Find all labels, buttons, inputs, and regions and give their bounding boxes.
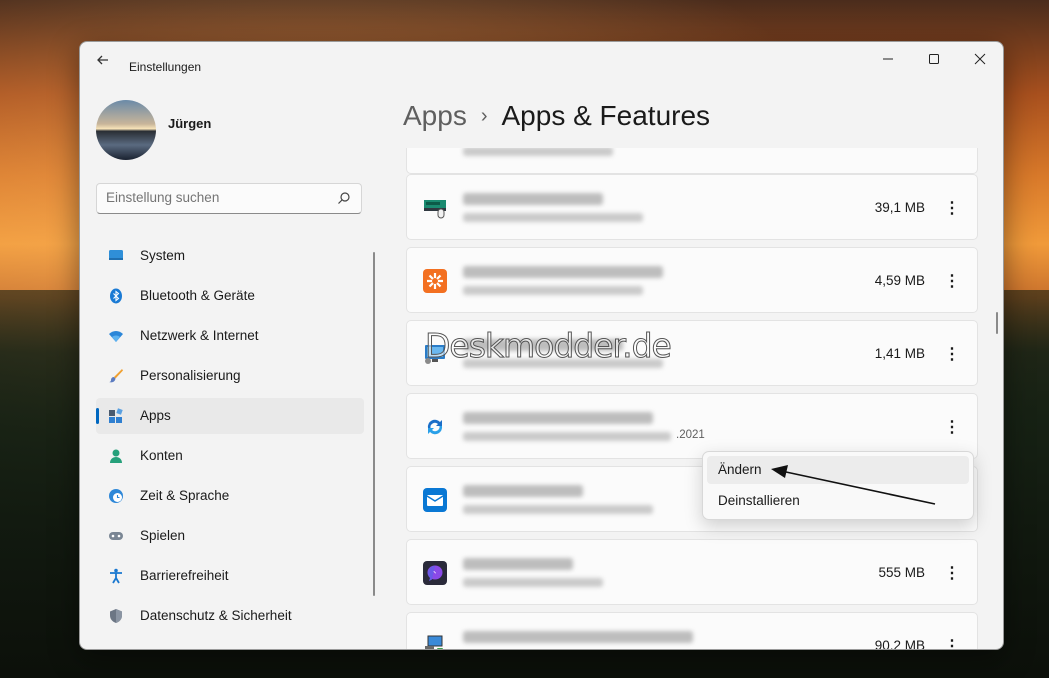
more-options-button[interactable]: ⋮ bbox=[943, 194, 961, 222]
list-item[interactable]: 555 MB ⋮ bbox=[406, 539, 978, 605]
list-item[interactable]: .2021 ⋮ bbox=[406, 393, 978, 459]
maximize-button[interactable] bbox=[911, 42, 957, 76]
title-bar: Einstellungen bbox=[80, 42, 1003, 78]
sidebar-item-label: Bluetooth & Geräte bbox=[140, 288, 255, 303]
sync-arrows-icon bbox=[427, 419, 443, 435]
clock-globe-icon bbox=[109, 489, 123, 503]
selection-indicator bbox=[96, 408, 99, 424]
installer-icon bbox=[425, 635, 443, 649]
orange-app-icon bbox=[423, 269, 447, 293]
app-size: 39,1 MB bbox=[874, 200, 925, 215]
network-card-icon bbox=[424, 200, 446, 219]
context-menu: Ändern Deinstallieren bbox=[702, 451, 974, 520]
brush-icon bbox=[109, 369, 123, 383]
more-options-button[interactable]: ⋮ bbox=[943, 413, 961, 441]
accessibility-icon bbox=[110, 568, 122, 584]
sidebar-item-label: Barrierefreiheit bbox=[140, 568, 229, 583]
list-item[interactable]: 90,2 MB ⋮ bbox=[406, 612, 978, 649]
list-item[interactable]: 4,59 MB ⋮ bbox=[406, 247, 978, 313]
sidebar-item-apps[interactable]: Apps bbox=[96, 398, 364, 434]
back-arrow-icon[interactable] bbox=[94, 52, 112, 70]
sidebar-item-personalization[interactable]: Personalisierung bbox=[96, 358, 364, 394]
list-item[interactable]: 39,1 MB ⋮ bbox=[406, 174, 978, 240]
main-scrollbar[interactable] bbox=[996, 312, 998, 334]
menu-item-uninstall[interactable]: Deinstallieren bbox=[707, 487, 969, 515]
sidebar-item-label: Datenschutz & Sicherheit bbox=[140, 608, 292, 623]
blurred-app-meta bbox=[463, 213, 643, 222]
sidebar-nav: System Bluetooth & Geräte Netzwerk & Int… bbox=[96, 238, 364, 638]
install-date: .2021 bbox=[676, 429, 705, 441]
app-size: 4,59 MB bbox=[874, 273, 925, 288]
blurred-app-meta bbox=[463, 578, 603, 587]
sidebar-item-label: Zeit & Sprache bbox=[140, 488, 230, 503]
sidebar-item-accessibility[interactable]: Barrierefreiheit bbox=[96, 558, 364, 594]
sidebar-item-label: Konten bbox=[140, 448, 183, 463]
chevron-right-icon: › bbox=[480, 105, 488, 127]
sidebar-item-label: System bbox=[140, 248, 186, 263]
more-options-button[interactable]: ⋮ bbox=[943, 267, 961, 295]
menu-item-label: Deinstallieren bbox=[718, 493, 800, 508]
wifi-icon bbox=[109, 331, 123, 342]
app-size: 1,41 MB bbox=[874, 346, 925, 361]
sidebar-item-system[interactable]: System bbox=[96, 238, 364, 274]
more-options-button[interactable]: ⋮ bbox=[943, 340, 961, 368]
blurred-app-name bbox=[463, 558, 573, 570]
minimize-button[interactable] bbox=[865, 42, 911, 76]
search-input[interactable] bbox=[106, 190, 326, 205]
shield-icon bbox=[110, 609, 122, 623]
sidebar-item-privacy[interactable]: Datenschutz & Sicherheit bbox=[96, 598, 364, 634]
blurred-app-meta bbox=[463, 432, 671, 441]
watermark: Deskmodder.de bbox=[425, 326, 673, 366]
blurred-app-name bbox=[463, 193, 603, 205]
monitor-icon bbox=[109, 250, 123, 260]
list-item[interactable] bbox=[406, 148, 978, 174]
avatar[interactable] bbox=[96, 100, 156, 160]
bluetooth-icon bbox=[110, 288, 122, 304]
breadcrumb-parent[interactable]: Apps bbox=[403, 100, 467, 131]
app-size: 90,2 MB bbox=[874, 638, 925, 649]
sidebar-item-label: Apps bbox=[140, 408, 171, 423]
menu-item-modify[interactable]: Ändern bbox=[707, 456, 969, 484]
search-box[interactable] bbox=[96, 183, 362, 214]
blurred-app-name bbox=[463, 485, 583, 497]
menu-item-label: Ändern bbox=[718, 462, 762, 477]
app-size: 555 MB bbox=[878, 565, 925, 580]
blurred-app-name bbox=[463, 412, 653, 424]
sidebar-item-gaming[interactable]: Spielen bbox=[96, 518, 364, 554]
search-icon[interactable] bbox=[337, 191, 351, 205]
blurred-app-name bbox=[463, 631, 693, 643]
user-name: Jürgen bbox=[168, 116, 212, 131]
person-icon bbox=[110, 449, 122, 463]
more-options-button[interactable]: ⋮ bbox=[943, 559, 961, 587]
app-list: 39,1 MB ⋮ 4,59 MB ⋮ 1,41 MB ⋮ .2021 ⋮ 55… bbox=[406, 148, 978, 649]
blurred-app-meta bbox=[463, 148, 613, 156]
sidebar-item-time-language[interactable]: Zeit & Sprache bbox=[96, 478, 364, 514]
apps-icon bbox=[109, 408, 123, 423]
sidebar-item-bluetooth[interactable]: Bluetooth & Geräte bbox=[96, 278, 364, 314]
close-button[interactable] bbox=[957, 42, 1003, 76]
app-title: Einstellungen bbox=[129, 60, 202, 74]
sidebar-item-label: Spielen bbox=[140, 528, 186, 543]
blurred-app-meta bbox=[463, 286, 643, 295]
sidebar-scrollbar[interactable] bbox=[373, 252, 375, 596]
breadcrumb: Apps › Apps & Features bbox=[403, 100, 710, 132]
sidebar-item-network[interactable]: Netzwerk & Internet bbox=[96, 318, 364, 354]
page-title: Apps & Features bbox=[501, 100, 711, 131]
mail-calendar-icon bbox=[423, 488, 447, 512]
settings-window: Einstellungen Jürgen System Bluetooth & … bbox=[79, 41, 1004, 650]
sidebar-item-accounts[interactable]: Konten bbox=[96, 438, 364, 474]
blurred-app-name bbox=[463, 266, 663, 278]
gamepad-icon bbox=[109, 532, 123, 540]
messenger-icon bbox=[423, 561, 447, 585]
sidebar-item-label: Personalisierung bbox=[140, 368, 241, 383]
blurred-app-meta bbox=[463, 505, 653, 514]
more-options-button[interactable]: ⋮ bbox=[943, 632, 961, 649]
sidebar-item-label: Netzwerk & Internet bbox=[140, 328, 259, 343]
